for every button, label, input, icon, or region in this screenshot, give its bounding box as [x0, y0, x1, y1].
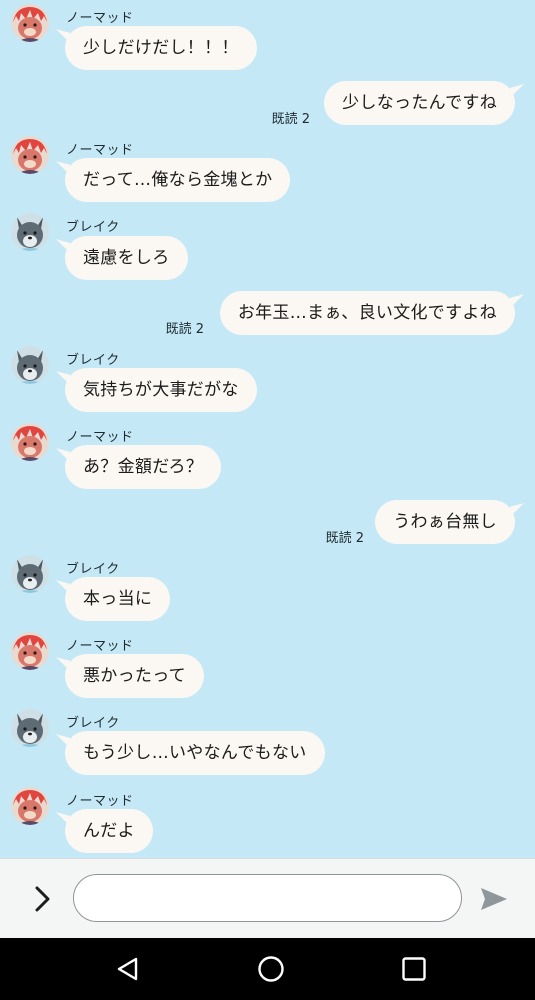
break-avatar[interactable] [11, 346, 49, 384]
message-bubble[interactable]: 気持ちが大事だがな [65, 368, 257, 412]
message-bubble[interactable]: だって…俺なら金塊とか [65, 158, 291, 202]
nomad-avatar[interactable] [11, 136, 49, 174]
message-bubble[interactable]: あ？金額だろ？ [65, 445, 222, 489]
recents-square-icon[interactable] [396, 951, 432, 987]
read-receipt: 既読 2 [325, 531, 364, 546]
message-bubble[interactable]: 悪かったって [65, 654, 204, 698]
sender-name: ブレイク [66, 716, 120, 731]
sender-name: ノーマッド [66, 794, 134, 809]
nomad-avatar[interactable] [11, 787, 49, 825]
message-input[interactable] [73, 874, 462, 922]
message-bubble[interactable]: 遠慮をしろ [65, 236, 188, 280]
message-bubble[interactable]: もう少し…いやなんでもない [65, 731, 325, 775]
nomad-avatar[interactable] [11, 4, 49, 42]
android-nav-bar [0, 938, 535, 1000]
sender-name: ノーマッド [66, 11, 134, 26]
nomad-avatar[interactable] [11, 632, 49, 670]
sender-name: ノーマッド [66, 143, 134, 158]
nomad-avatar[interactable] [11, 423, 49, 461]
sender-name: ブレイク [66, 562, 120, 577]
sender-name: ノーマッド [66, 639, 134, 654]
message-bubble[interactable]: 本っ当に [65, 577, 171, 621]
read-receipt: 既読 2 [165, 322, 204, 337]
message-bubble[interactable]: 少しなったんですね [324, 81, 515, 125]
break-avatar[interactable] [11, 555, 49, 593]
sender-name: ブレイク [66, 220, 120, 235]
message-bubble[interactable]: お年玉…まぁ、良い文化ですよね [219, 291, 515, 335]
message-bubble[interactable]: んだよ [65, 809, 153, 853]
message-bubble[interactable]: うわぁ台無し [375, 500, 515, 544]
sender-name: ブレイク [66, 353, 120, 368]
chat-area[interactable]: ノーマッド 少しだけだし！！！ 既読 2 少しなったんですね ノーマッド だって… [0, 0, 535, 858]
message-input-bar [0, 858, 535, 939]
break-avatar[interactable] [11, 213, 49, 251]
message-bubble[interactable]: 少しだけだし！！！ [65, 26, 257, 70]
read-receipt: 既読 2 [271, 112, 310, 127]
sender-name: ノーマッド [66, 430, 134, 445]
back-triangle-icon[interactable] [110, 951, 146, 987]
home-circle-icon[interactable] [253, 951, 289, 987]
break-avatar[interactable] [11, 709, 49, 747]
send-icon[interactable] [478, 883, 510, 915]
chevron-right-icon[interactable] [28, 883, 56, 915]
